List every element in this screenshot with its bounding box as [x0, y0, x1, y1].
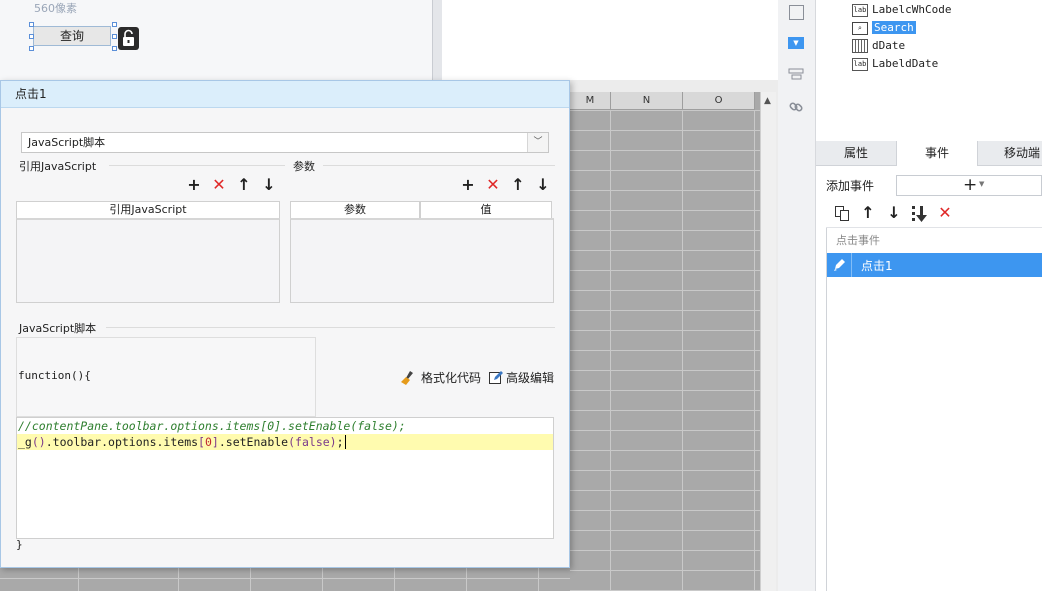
- scroll-up-icon[interactable]: ▲: [764, 96, 771, 106]
- event-dialog: 点击1 JavaScript脚本 ﹀ 引用JavaScript + ✕ ↑ ↓ …: [0, 80, 570, 568]
- resize-handle[interactable]: [29, 22, 34, 27]
- divider: [109, 165, 285, 166]
- resize-handle[interactable]: [112, 22, 117, 27]
- param-column-header[interactable]: 参数: [290, 201, 420, 218]
- tree-item-labelddate[interactable]: lab LabeldDate: [852, 56, 938, 72]
- code-line: //contentPane.toolbar.options.items[0].s…: [18, 419, 406, 433]
- plus-icon: +: [963, 175, 978, 195]
- link-icon[interactable]: [788, 99, 804, 115]
- layers-icon[interactable]: [788, 68, 804, 81]
- script-section-label: JavaScript脚本: [19, 322, 97, 335]
- broom-icon: [401, 370, 413, 385]
- script-type-select[interactable]: JavaScript脚本 ﹀: [21, 132, 549, 153]
- label-icon: lab: [852, 3, 868, 17]
- function-close: }: [16, 538, 23, 551]
- resize-handle[interactable]: [112, 34, 117, 39]
- report-grid[interactable]: [570, 92, 760, 591]
- canvas-blank-area: [442, 0, 778, 80]
- event-item-label: 点击1: [861, 259, 893, 273]
- tab-events[interactable]: 事件: [896, 141, 978, 166]
- ref-js-column-label: 引用JavaScript: [109, 203, 187, 216]
- event-caption: 点击事件: [836, 234, 880, 247]
- value-column-header[interactable]: 值: [420, 201, 552, 218]
- ref-js-table[interactable]: [16, 218, 280, 303]
- column-header-n[interactable]: N: [611, 92, 683, 110]
- dropdown-widget-icon[interactable]: ▼: [788, 37, 804, 49]
- column-header-m[interactable]: M: [570, 92, 611, 110]
- grid-vertical-scrollbar[interactable]: ▲: [760, 92, 776, 591]
- add-icon[interactable]: +: [459, 176, 477, 194]
- delete-icon[interactable]: ✕: [936, 204, 954, 222]
- move-bottom-icon[interactable]: [910, 204, 930, 224]
- canvas-splitter[interactable]: [432, 0, 442, 80]
- move-up-icon[interactable]: ↑: [859, 204, 877, 222]
- search-widget-icon: ⌕: [852, 21, 868, 35]
- delete-icon[interactable]: ✕: [210, 176, 228, 194]
- resize-handle[interactable]: [29, 46, 34, 51]
- text-cursor: [344, 435, 346, 449]
- delete-icon[interactable]: ✕: [484, 176, 502, 194]
- move-up-icon[interactable]: ↑: [235, 176, 253, 194]
- move-down-icon[interactable]: ↓: [534, 176, 552, 194]
- edit-document-icon: [489, 371, 503, 384]
- move-up-icon[interactable]: ↑: [509, 176, 527, 194]
- format-code-label: 格式化代码: [421, 371, 482, 385]
- ref-js-column-header[interactable]: 引用JavaScript: [16, 201, 280, 218]
- event-list: [826, 228, 1042, 591]
- tree-item-ddate[interactable]: dDate: [852, 38, 905, 54]
- event-item[interactable]: 点击1: [827, 253, 1042, 277]
- script-type-value: JavaScript脚本: [28, 136, 106, 149]
- tab-mobile[interactable]: 移动端: [978, 141, 1042, 166]
- function-open: function(){: [18, 369, 91, 382]
- vertical-toolbar: ▼: [778, 0, 816, 591]
- code-line-current: _g().toolbar.options.items[0].setEnable(…: [17, 434, 553, 450]
- tree-item-labelcwhcode[interactable]: lab LabelcWhCode: [852, 2, 951, 18]
- event-toolbar: ↑ ↓ ✕: [826, 201, 1042, 228]
- chevron-down-icon: ﹀: [527, 133, 548, 152]
- date-widget-icon: [852, 39, 868, 53]
- params-table[interactable]: [290, 218, 554, 303]
- query-widget-button[interactable]: 查询: [33, 26, 111, 46]
- tree-item-search[interactable]: ⌕ Search: [852, 20, 916, 36]
- frame-icon[interactable]: [789, 5, 804, 20]
- advanced-edit-button[interactable]: 高级编辑: [488, 369, 554, 386]
- function-header-box: function(){: [16, 337, 316, 417]
- report-grid-bottom: [0, 568, 570, 591]
- add-icon[interactable]: +: [185, 176, 203, 194]
- add-event-dropdown[interactable]: + ▼: [896, 175, 1042, 196]
- copy-icon[interactable]: [834, 205, 850, 221]
- params-section-label: 参数: [293, 160, 315, 173]
- chevron-down-icon: ▼: [979, 180, 985, 188]
- lock-icon[interactable]: [118, 27, 139, 50]
- code-editor[interactable]: //contentPane.toolbar.options.items[0].s…: [16, 417, 554, 539]
- divider: [106, 327, 555, 328]
- column-header-o[interactable]: O: [683, 92, 755, 110]
- format-code-button[interactable]: 格式化代码: [400, 369, 481, 386]
- divider: [323, 165, 555, 166]
- edit-icon[interactable]: [827, 253, 852, 277]
- ref-js-section-label: 引用JavaScript: [19, 160, 97, 173]
- width-indicator: 560像素: [34, 2, 77, 15]
- resize-handle[interactable]: [112, 46, 117, 51]
- dialog-title: 点击1: [1, 81, 569, 108]
- tab-properties[interactable]: 属性: [816, 141, 896, 166]
- add-event-label: 添加事件: [826, 179, 875, 193]
- label-icon: lab: [852, 57, 868, 71]
- move-down-icon[interactable]: ↓: [260, 176, 278, 194]
- advanced-edit-label: 高级编辑: [506, 371, 555, 385]
- resize-handle[interactable]: [29, 34, 34, 39]
- move-down-icon[interactable]: ↓: [885, 204, 903, 222]
